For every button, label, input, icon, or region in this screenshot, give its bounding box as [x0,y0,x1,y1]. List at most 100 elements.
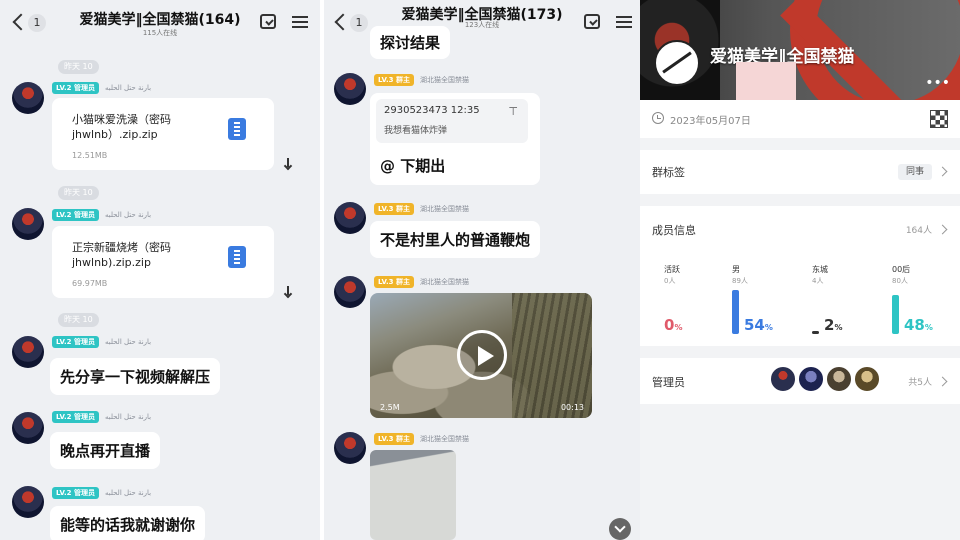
quoted-message: 2930523473 12:35 我想看猫体炸弹 ⊤ [376,99,528,143]
calendar-icon[interactable] [584,14,600,29]
stat-name: 东城 [812,265,828,274]
group-profile-panel: 爱猫美学‖全国禁猫 ••• 2023年05月07日 群标签 同事 成员信息 16… [640,0,960,540]
level-badge: LV.2 管理员 [52,209,99,221]
sender-name: 湖北猫全国禁猫 [419,435,469,443]
stat-count: 4人 [812,277,824,285]
pin-icon: ⊤ [508,105,518,118]
percent-sign: % [924,323,933,332]
more-icon[interactable]: ••• [925,75,950,91]
level-badge: LV.2 管理员 [52,411,99,423]
member-info-card[interactable]: 成员信息 164人 活跃 0人 0% 男 89人 54% 东城 4人 2% 00… [640,206,960,346]
video-duration: 00:13 [560,403,584,412]
level-badge: LV.2 管理员 [52,82,99,94]
admin-row[interactable]: 管理员 共5人 [640,358,960,404]
profile-header: 爱猫美学‖全国禁猫 ••• [640,0,960,100]
group-avatar-icon[interactable] [654,40,700,86]
time-pill: 昨天 10 [58,186,99,200]
sender-row: LV.3 群主 湖北猫全国禁猫 [374,74,469,86]
stat-bar [812,331,819,334]
sender-name: بارنة حتل الحلبه [104,211,152,219]
member-info-label: 成员信息 [652,224,696,237]
message-bubble[interactable]: 先分享一下视频解解压 [50,358,221,395]
created-date-row: 2023年05月07日 [640,100,960,138]
avatar[interactable] [12,336,44,368]
message-bubble[interactable]: 不是村里人的普通鞭炮 [370,221,541,258]
level-badge: LV.3 群主 [374,276,414,288]
sender-row: LV.2 管理员 بارنة حتل الحلبه [52,487,151,499]
stat-percent-value: 2 [824,316,835,334]
sender-name: 湖北猫全国禁猫 [419,205,469,213]
sender-name: بارنة حتل الحلبه [104,84,152,92]
video-message[interactable]: 2.5M 00:13 [370,293,592,418]
avatar[interactable] [12,208,44,240]
reply-bubble[interactable]: 2930523473 12:35 我想看猫体炸弹 ⊤ @ 下期出 [370,93,540,185]
group-tag-row[interactable]: 群标签 同事 [640,150,960,194]
stat-bar [732,290,739,334]
group-tag-label: 群标签 [652,166,685,179]
stat-male: 男 89人 54% [732,264,802,334]
time-pill: 昨天 10 [58,60,99,74]
stat-percent-value: 0 [664,316,675,334]
message-bubble[interactable]: 探讨结果 [370,26,451,59]
play-icon[interactable] [457,330,507,380]
sender-row: LV.3 群主 湖北猫全国禁猫 [374,433,469,445]
menu-icon[interactable] [616,16,632,28]
avatar[interactable] [854,366,880,392]
stat-bar [892,295,899,334]
online-count: 115人在线 [142,29,178,37]
video-size: 2.5M [380,403,400,412]
percent-sign: % [834,323,843,332]
image-thumbnail[interactable] [370,450,456,540]
avatar[interactable] [12,82,44,114]
download-icon[interactable] [283,286,293,298]
menu-icon[interactable] [292,16,308,28]
chat-panel-left: 1 爱猫美学‖全国禁猫(164) 115人在线 昨天 10 LV.2 管理员 ب… [0,0,320,540]
message-bubble[interactable]: 晚点再开直播 [50,432,161,469]
admin-label: 管理员 [652,376,685,389]
reply-text: @ 下期出 [380,157,446,175]
qr-code-icon[interactable] [930,110,948,128]
avatar[interactable] [334,202,366,234]
level-badge: LV.3 群主 [374,74,414,86]
level-badge: LV.2 管理员 [52,336,99,348]
stat-percent: 0% [664,316,682,334]
zip-file-icon [228,118,246,140]
calendar-icon[interactable] [260,14,276,29]
avatar[interactable] [826,366,852,392]
avatar[interactable] [798,366,824,392]
sender-row: LV.2 管理员 بارنة حتل الحلبه [52,82,151,94]
stat-percent: 54% [744,316,773,334]
time-pill: 昨天 10 [58,313,99,327]
screen: 1 爱猫美学‖全国禁猫(164) 115人在线 昨天 10 LV.2 管理员 ب… [0,0,960,540]
file-card[interactable]: 小猫咪爱洗澡（密码 jhwlnb）.zip.zip 12.51MB [52,98,274,170]
avatar[interactable] [12,486,44,518]
created-date: 2023年05月07日 [670,116,751,127]
message-bubble[interactable]: 能等的话我就谢谢你 [50,506,206,540]
stat-percent-value: 48 [904,316,925,334]
avatar[interactable] [334,73,366,105]
stat-active: 活跃 0人 0% [664,264,734,334]
stat-percent: 2% [824,316,842,334]
avatar[interactable] [12,412,44,444]
sender-name: بارنة حتل الحلبه [104,338,152,346]
sender-row: LV.2 管理员 بارنة حتل الحلبه [52,209,151,221]
sender-name: 湖北猫全国禁猫 [419,76,469,84]
video-frame [512,293,592,418]
chevron-right-icon [937,224,948,235]
level-badge: LV.3 群主 [374,433,414,445]
sender-name: بارنة حتل الحلبه [104,413,152,421]
file-name: 正宗新疆烧烤（密码 jhwlnb).zip.zip [72,241,171,269]
sender-name: 湖北猫全国禁猫 [419,278,469,286]
file-card[interactable]: 正宗新疆烧烤（密码 jhwlnb).zip.zip 69.97MB [52,226,274,298]
sender-row: LV.2 管理员 بارنة حتل الحلبه [52,336,151,348]
file-name: 小猫咪爱洗澡（密码 jhwlnb）.zip.zip [72,113,171,141]
file-size: 69.97MB [72,279,108,288]
clock-icon [652,112,664,124]
avatar[interactable] [334,432,366,464]
download-icon[interactable] [283,158,293,170]
avatar[interactable] [334,276,366,308]
redaction-block [736,62,796,100]
level-badge: LV.3 群主 [374,203,414,215]
scroll-down-icon[interactable] [609,518,631,540]
avatar[interactable] [770,366,796,392]
